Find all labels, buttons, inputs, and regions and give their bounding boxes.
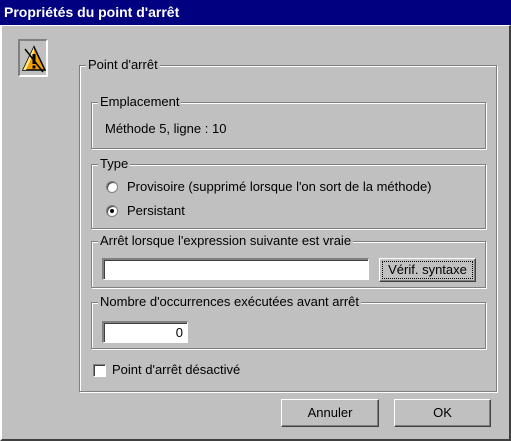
- location-group-legend: Emplacement: [98, 94, 182, 110]
- cancel-button[interactable]: Annuler: [281, 399, 379, 427]
- ok-button[interactable]: OK: [394, 399, 491, 427]
- cancel-button-label: Annuler: [307, 405, 353, 420]
- breakpoint-icon-frame: [18, 39, 48, 77]
- occurrences-input[interactable]: 0: [102, 321, 188, 343]
- type-group: Type: [91, 156, 486, 229]
- radio-persistant-label[interactable]: Persistant: [127, 203, 185, 219]
- disabled-checkbox[interactable]: [93, 364, 106, 377]
- radio-persistant[interactable]: [106, 205, 118, 217]
- ok-button-label: OK: [433, 405, 452, 420]
- condition-expression-input[interactable]: [102, 258, 369, 280]
- breakpoint-group-legend: Point d'arrêt: [86, 57, 160, 73]
- condition-group-legend: Arrêt lorsque l'expression suivante est …: [98, 233, 354, 249]
- title-bar[interactable]: Propriétés du point d'arrêt: [0, 0, 511, 25]
- type-group-legend: Type: [98, 156, 131, 172]
- check-syntax-button[interactable]: Vérif. syntaxe: [379, 258, 476, 282]
- radio-provisoire-label[interactable]: Provisoire (supprimé lorsque l'on sort d…: [127, 179, 432, 195]
- check-syntax-button-label: Vérif. syntaxe: [388, 262, 467, 277]
- location-value: Méthode 5, ligne : 10: [105, 121, 227, 136]
- occurrences-group-legend: Nombre d'occurrences exécutées avant arr…: [98, 294, 361, 310]
- window-title: Propriétés du point d'arrêt: [4, 4, 180, 20]
- disabled-checkbox-label[interactable]: Point d'arrêt désactivé: [112, 362, 240, 378]
- radio-provisoire[interactable]: [106, 181, 118, 193]
